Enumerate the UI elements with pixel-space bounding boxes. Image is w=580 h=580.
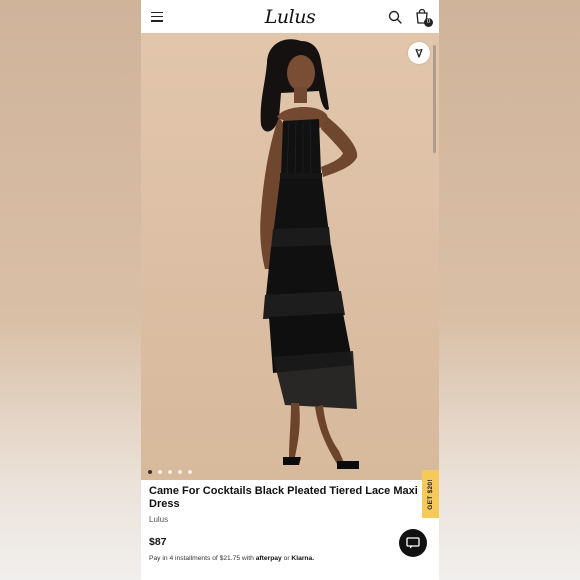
top-actions: 0 — [388, 9, 433, 27]
product-brand[interactable]: Lulus — [149, 515, 431, 524]
image-scrollbar[interactable] — [433, 45, 436, 153]
product-photo — [260, 39, 359, 469]
bag-count-badge: 0 — [424, 18, 433, 27]
brand-logo[interactable]: Lulus — [265, 6, 316, 28]
chat-icon — [406, 537, 420, 549]
product-info-panel: Came For Cocktails Black Pleated Tiered … — [141, 480, 439, 580]
menu-icon[interactable] — [151, 11, 163, 22]
favorite-button[interactable] — [408, 42, 430, 64]
klarna-logo[interactable]: Klarna. — [291, 555, 314, 562]
phone-screen: Lulus 0 Came For Cocktails Black Pleated… — [141, 0, 439, 580]
afterpay-logo[interactable]: afterpay — [256, 555, 282, 562]
product-image-gallery[interactable] — [141, 33, 439, 480]
installments-info: Pay in 4 installments of $21.75 with aft… — [149, 555, 431, 562]
installments-text: Pay in 4 installments of $21.75 with — [149, 555, 254, 562]
product-title: Came For Cocktails Black Pleated Tiered … — [149, 485, 418, 510]
promo-label: GET $20! — [427, 478, 435, 510]
search-icon[interactable] — [388, 10, 402, 24]
gallery-pagination — [148, 470, 192, 474]
chat-button[interactable] — [399, 529, 427, 557]
product-price: $87 — [149, 536, 167, 548]
gallery-dot[interactable] — [168, 470, 172, 474]
gallery-dot[interactable] — [158, 470, 162, 474]
promo-tab[interactable]: GET $20! — [422, 470, 439, 518]
heart-icon — [415, 48, 423, 58]
installments-or: or — [283, 555, 290, 562]
top-navigation-bar: Lulus 0 — [141, 0, 439, 33]
gallery-dot[interactable] — [148, 470, 152, 474]
gallery-dot[interactable] — [188, 470, 192, 474]
bag-icon[interactable]: 0 — [415, 9, 433, 27]
gallery-dot[interactable] — [178, 470, 182, 474]
